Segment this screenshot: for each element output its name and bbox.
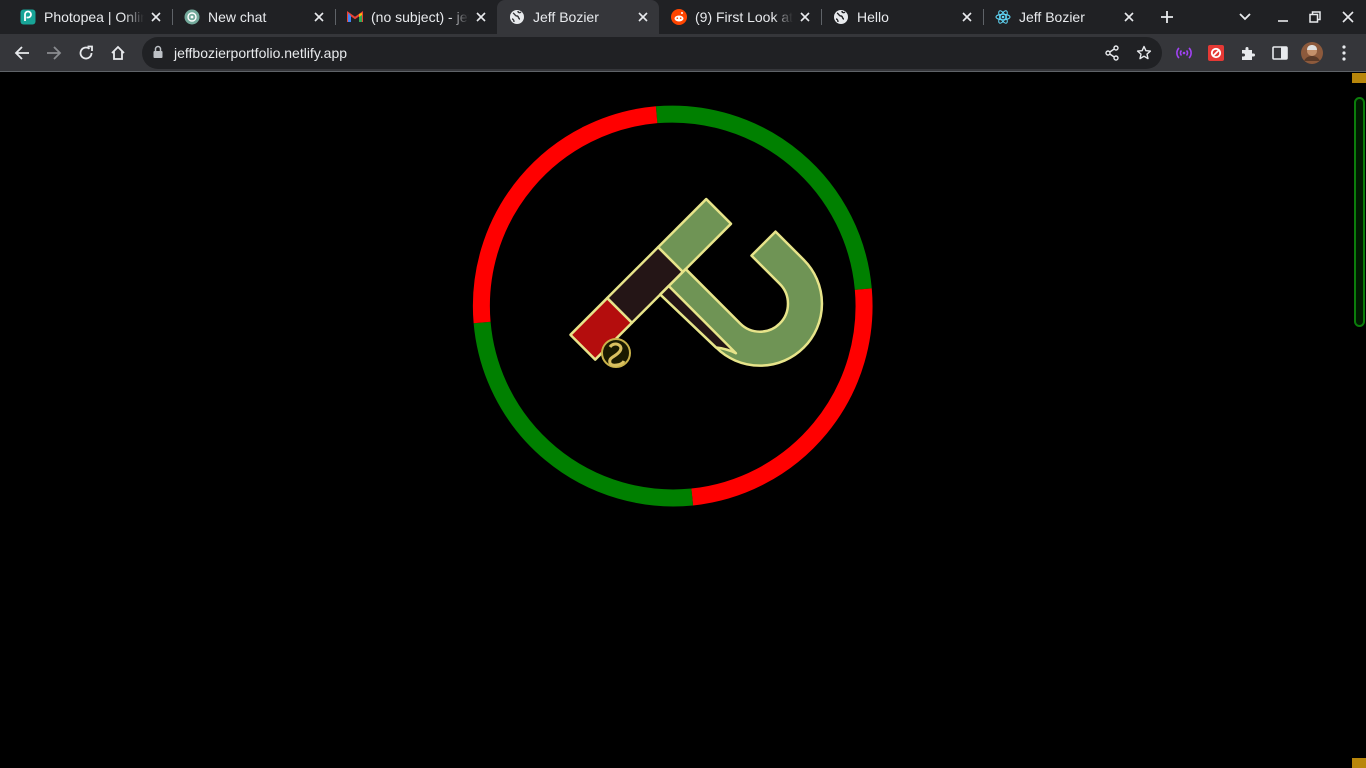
gmail-icon [347,9,363,25]
close-icon[interactable] [473,9,489,25]
menu-kebab-icon[interactable] [1330,39,1358,67]
tab-strip: Photopea | Online Photo Editor New chat … [0,0,1366,34]
reload-button[interactable] [72,39,100,67]
arrow-left-icon [14,46,29,60]
close-icon[interactable] [635,9,651,25]
browser-toolbar: jeffbozierportfolio.netlify.app [0,34,1366,72]
close-icon[interactable] [797,9,813,25]
tab-title: (9) First Look at [695,9,793,25]
share-icon[interactable] [1102,43,1122,63]
url-text[interactable]: jeffbozierportfolio.netlify.app [174,45,347,61]
logo-monogram [569,197,824,367]
tab-photopea[interactable]: Photopea | Online Photo Editor [0,0,173,34]
close-icon [1342,11,1354,23]
close-icon[interactable] [1121,9,1137,25]
extension-broadcast-icon[interactable] [1170,39,1198,67]
reddit-icon [671,9,687,25]
extensions-puzzle-icon[interactable] [1234,39,1262,67]
tab-reddit[interactable]: (9) First Look at [659,0,822,34]
react-icon [995,9,1011,25]
jb-logo [472,105,873,507]
lock-icon[interactable] [152,45,164,64]
minimize-button[interactable] [1271,5,1295,29]
side-panel-icon[interactable] [1266,39,1294,67]
close-icon[interactable] [959,9,975,25]
tab-new-chat[interactable]: New chat [172,0,336,34]
globe-icon [509,9,525,25]
back-button[interactable] [8,39,36,67]
tab-gmail[interactable]: (no subject) - jeff [335,0,497,34]
tab-title: (no subject) - jeff [371,9,469,25]
address-bar[interactable]: jeffbozierportfolio.netlify.app [142,37,1162,69]
close-icon[interactable] [148,9,164,25]
new-tab-button[interactable] [1155,5,1179,29]
tab-hello[interactable]: Hello [821,0,984,34]
globe-icon [833,9,849,25]
arrow-right-icon [47,46,62,60]
home-icon [111,45,125,60]
scrollbar-thumb[interactable] [1354,97,1365,327]
scrollbar-cap-top [1352,73,1366,83]
tab-title: New chat [208,9,267,25]
profile-avatar-icon [1301,42,1323,64]
chevron-down-icon [1239,13,1251,21]
forward-button[interactable] [40,39,68,67]
avatar[interactable] [1298,39,1326,67]
restore-button[interactable] [1303,5,1327,29]
close-window-button[interactable] [1336,5,1360,29]
tab-title: Jeff Bozier [1019,9,1085,25]
plus-icon [1161,11,1173,23]
photopea-icon [20,9,36,25]
bookmark-star-icon[interactable] [1134,43,1154,63]
minimize-icon [1278,20,1288,22]
restore-icon [1309,11,1321,23]
tab-title: Jeff Bozier [533,9,599,25]
logo-emblem [601,338,631,368]
extension-red-icon[interactable] [1202,39,1230,67]
tab-title: Photopea | Online Photo Editor [44,9,144,25]
tab-jeff-bozier-react[interactable]: Jeff Bozier [983,0,1145,34]
tab-title: Hello [857,9,889,25]
page-scrollbar[interactable] [1350,73,1366,768]
home-button[interactable] [104,39,132,67]
tab-search-button[interactable] [1233,5,1257,29]
chatgpt-icon [184,9,200,25]
scrollbar-cap-bottom [1352,758,1366,768]
close-icon[interactable] [311,9,327,25]
tab-jeff-bozier-active[interactable]: Jeff Bozier [497,0,659,34]
reload-icon [79,45,93,60]
page-viewport [0,73,1366,768]
